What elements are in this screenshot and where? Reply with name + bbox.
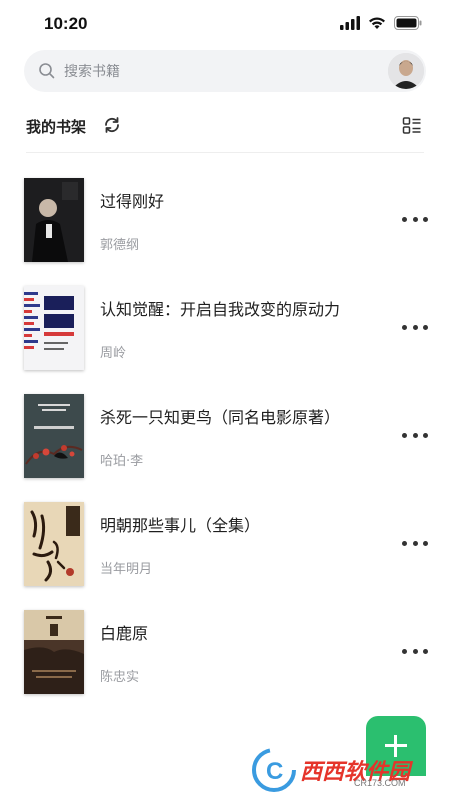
book-cover[interactable] [24,610,84,694]
book-item[interactable]: 杀死一只知更鸟（同名电影原著） 哈珀·李 [0,392,450,500]
book-author: 陈忠实 [100,670,140,685]
book-cover-image [24,502,84,586]
book-cover-image [24,394,84,478]
book-cover[interactable] [24,286,84,370]
status-time: 10:20 [44,14,88,33]
more-dot [423,648,428,654]
book-list: 过得刚好 郭德纲 认知觉醒：开启自我改变的原动力 周岭 杀死一只知更鸟（同名电影… [0,176,450,716]
book-item[interactable]: 明朝那些事儿（全集） 当年明月 [0,500,450,608]
more-dot [402,648,407,654]
more-dot [402,432,407,438]
more-dot [423,324,428,330]
watermark-domain: CR173.COM [354,778,406,788]
refresh-icon[interactable] [102,115,122,135]
more-options-button[interactable] [402,214,428,224]
status-bar: 10:20 [0,0,450,48]
list-layout-icon[interactable] [402,116,422,136]
book-cover[interactable] [24,178,84,262]
more-options-button[interactable] [402,430,428,440]
book-title[interactable]: 认知觉醒：开启自我改变的原动力 [100,296,340,320]
more-dot [412,540,418,546]
book-title[interactable]: 杀死一只知更鸟（同名电影原著） [100,404,340,428]
more-dot [412,324,418,330]
search-bar[interactable]: 搜索书籍 [24,50,426,92]
book-cover-image [24,610,84,694]
more-dot [402,216,407,222]
book-cover-image [24,178,84,262]
book-cover[interactable] [24,502,84,586]
watermark: C 西西软件园 CR173.COM [250,744,450,796]
book-item[interactable]: 过得刚好 郭德纲 [0,176,450,284]
avatar[interactable] [388,53,424,89]
book-title[interactable]: 过得刚好 [100,188,164,212]
divider [26,152,424,153]
battery-icon [394,16,422,30]
book-item[interactable]: 认知觉醒：开启自我改变的原动力 周岭 [0,284,450,392]
shelf-header: 我的书架 [26,114,424,140]
more-dot [402,324,407,330]
more-dot [423,540,428,546]
more-dot [412,648,418,654]
search-icon [39,63,55,79]
more-options-button[interactable] [402,646,428,656]
cellular-signal-icon [340,16,360,30]
shelf-title: 我的书架 [26,118,87,136]
search-input[interactable]: 搜索书籍 [64,61,120,81]
more-dot [412,216,418,222]
more-dot [423,216,428,222]
more-options-button[interactable] [402,322,428,332]
book-cover[interactable] [24,394,84,478]
book-author: 郭德纲 [100,238,140,253]
book-title[interactable]: 明朝那些事儿（全集） [100,512,260,536]
more-options-button[interactable] [402,538,428,548]
more-dot [402,540,407,546]
svg-text:C: C [266,758,283,785]
book-author: 当年明月 [100,562,153,577]
book-item[interactable]: 白鹿原 陈忠实 [0,608,450,716]
book-author: 哈珀·李 [100,454,144,469]
more-dot [412,432,418,438]
user-avatar-icon [388,53,424,89]
book-author: 周岭 [100,346,127,361]
status-icons [340,16,422,30]
book-cover-image [24,286,84,370]
watermark-logo-icon: C [250,746,298,794]
wifi-icon [369,17,385,29]
more-dot [423,432,428,438]
book-title[interactable]: 白鹿原 [100,620,148,644]
